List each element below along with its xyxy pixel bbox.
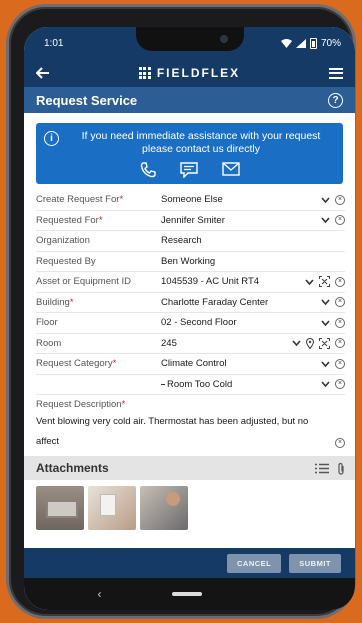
asset-id-value[interactable]: 1045539 - AC Unit RT4 — [161, 276, 305, 287]
field-label: Requested By — [36, 255, 96, 267]
cancel-button[interactable]: CANCEL — [227, 553, 282, 573]
field-label: Create Request For* — [36, 194, 124, 206]
tree-branch-icon — [161, 379, 165, 385]
clear-icon[interactable]: × — [335, 276, 345, 287]
attachment-thumbnail-vent[interactable] — [36, 486, 84, 530]
floor-value[interactable]: 02 - Second Floor — [161, 317, 321, 328]
paperclip-icon[interactable] — [337, 462, 345, 475]
clear-icon[interactable]: × — [335, 438, 345, 448]
request-subcategory-value[interactable]: Room Too Cold — [161, 379, 321, 390]
clear-icon[interactable]: × — [335, 358, 345, 369]
clear-icon[interactable]: × — [335, 215, 345, 226]
chevron-down-icon[interactable] — [321, 381, 330, 388]
request-category-value[interactable]: Climate Control — [161, 358, 321, 369]
status-icons: 70% — [280, 37, 341, 49]
banner-message: If you need immediate assistance with yo… — [81, 130, 321, 155]
field-label: Organization — [36, 235, 90, 247]
chevron-down-icon[interactable] — [321, 320, 330, 326]
status-time: 1:01 — [44, 37, 64, 49]
clear-icon[interactable]: × — [335, 317, 345, 328]
field-label: Building* — [36, 296, 74, 308]
clear-icon[interactable]: × — [335, 379, 345, 390]
wifi-icon — [280, 38, 292, 48]
android-nav-bar: ‹ — [24, 578, 355, 610]
requested-by-row: Requested By Ben Working — [36, 252, 345, 272]
info-icon: i — [44, 131, 59, 146]
request-category-row[interactable]: Request Category* Climate Control × — [36, 354, 345, 375]
chevron-down-icon[interactable] — [321, 217, 330, 224]
asset-id-row[interactable]: Asset or Equipment ID 1045539 - AC Unit … — [36, 272, 345, 293]
nav-home-pill[interactable] — [171, 592, 202, 596]
attachment-thumbnail-thermostat[interactable] — [88, 486, 136, 530]
field-label: Request Category* — [36, 358, 117, 370]
back-arrow-icon[interactable] — [36, 67, 50, 79]
description-text[interactable]: Vent blowing very cold air. Thermostat h… — [36, 416, 308, 447]
create-request-for-row[interactable]: Create Request For* Someone Else × — [36, 190, 345, 211]
brand-name: FIELDFLEX — [156, 66, 241, 80]
requested-by-value: Ben Working — [161, 255, 216, 267]
building-value[interactable]: Charlotte Faraday Center — [161, 297, 321, 308]
brand-logo: FIELDFLEX — [138, 66, 241, 80]
chevron-down-icon[interactable] — [321, 197, 330, 203]
building-row[interactable]: Building* Charlotte Faraday Center × — [36, 293, 345, 313]
attachment-thumbnail-person[interactable] — [140, 486, 188, 530]
logo-grid-icon — [138, 67, 151, 79]
field-label: Requested For* — [36, 214, 103, 226]
signal-icon — [295, 38, 306, 48]
app-screen: 1:01 70% FIELDFLEX Request Service ? i I… — [24, 27, 355, 610]
battery-icon — [309, 37, 317, 49]
create-request-for-value[interactable]: Someone Else — [161, 194, 321, 205]
menu-icon[interactable] — [329, 67, 343, 79]
requested-for-value[interactable]: Jennifer Smiter — [161, 215, 321, 226]
battery-percent: 70% — [320, 37, 341, 49]
list-icon[interactable] — [315, 463, 329, 474]
requested-for-row[interactable]: Requested For* Jennifer Smiter × — [36, 211, 345, 231]
room-row[interactable]: Room 245 × — [36, 334, 345, 354]
form-footer: CANCEL SUBMIT — [24, 548, 355, 578]
phone-frame: 1:01 70% FIELDFLEX Request Service ? i I… — [6, 4, 356, 619]
page-title: Request Service — [36, 92, 138, 108]
help-icon[interactable]: ? — [328, 92, 343, 108]
room-value[interactable]: 245 — [161, 338, 292, 349]
location-pin-icon[interactable] — [306, 337, 314, 349]
message-icon[interactable] — [179, 162, 198, 178]
description-label: Request Description* — [36, 399, 126, 410]
contact-icons — [44, 162, 335, 178]
attachments-title: Attachments — [36, 461, 109, 475]
camera-icon — [220, 35, 228, 43]
chevron-down-icon[interactable] — [292, 340, 301, 347]
scan-icon[interactable] — [319, 276, 330, 288]
organization-row: Organization Research — [36, 231, 345, 252]
field-label: Floor — [36, 317, 58, 329]
organization-value: Research — [161, 235, 202, 247]
mail-icon[interactable] — [221, 162, 240, 178]
assistance-banner: i If you need immediate assistance with … — [36, 123, 343, 184]
phone-icon[interactable] — [140, 162, 156, 178]
field-label: Asset or Equipment ID — [36, 276, 132, 288]
nav-back-icon[interactable]: ‹ — [98, 587, 102, 601]
floor-row[interactable]: Floor 02 - Second Floor × — [36, 313, 345, 334]
notch — [136, 27, 244, 51]
clear-icon[interactable]: × — [335, 194, 345, 205]
description-field[interactable]: Vent blowing very cold air. Thermostat h… — [36, 412, 345, 452]
attachments-header: Attachments — [24, 456, 355, 480]
field-label: Room — [36, 337, 62, 349]
title-bar: Request Service ? — [24, 87, 355, 113]
clear-icon[interactable]: × — [335, 297, 345, 308]
request-form: Create Request For* Someone Else × Reque… — [24, 190, 355, 452]
request-subcategory-row[interactable]: Room Too Cold × — [36, 375, 345, 395]
chevron-down-icon[interactable] — [321, 299, 330, 306]
app-header: FIELDFLEX — [24, 59, 355, 87]
chevron-down-icon[interactable] — [321, 361, 330, 367]
scan-icon[interactable] — [319, 337, 330, 349]
submit-button[interactable]: SUBMIT — [289, 553, 341, 573]
clear-icon[interactable]: × — [335, 338, 345, 349]
chevron-down-icon[interactable] — [305, 279, 314, 285]
attachment-thumbnails — [24, 480, 355, 536]
